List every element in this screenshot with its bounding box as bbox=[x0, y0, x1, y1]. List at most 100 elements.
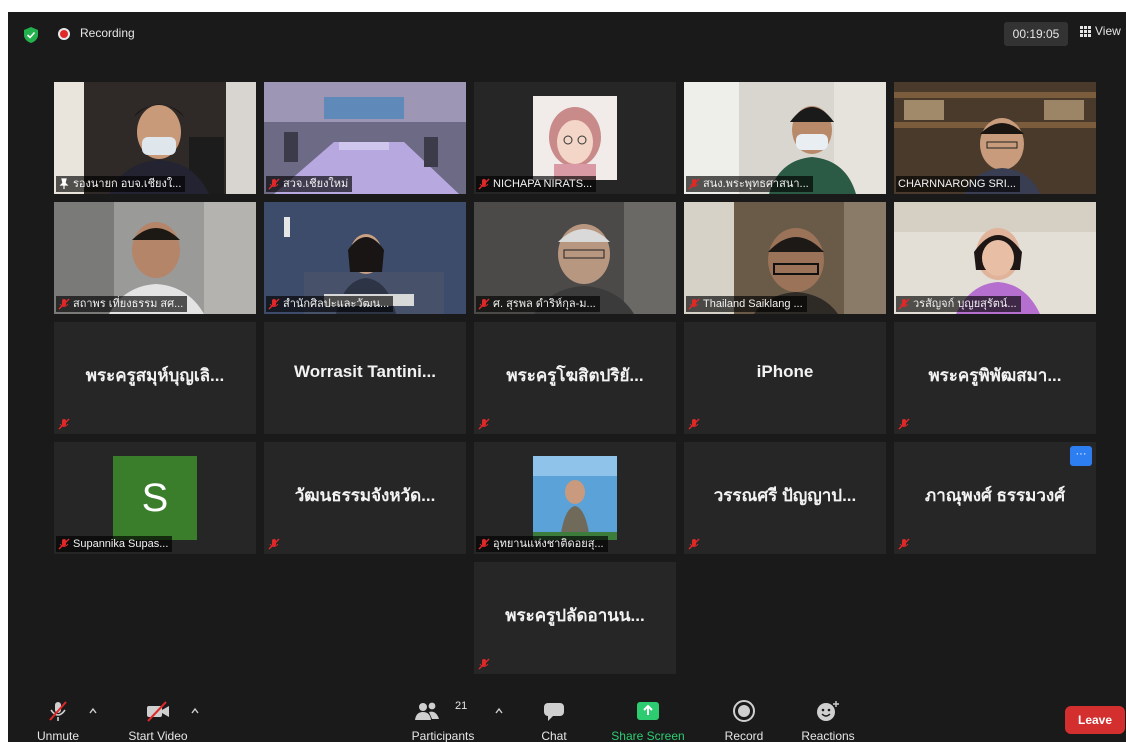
participant-tile[interactable]: สถาพร เที่ยงธรรม สศ... bbox=[54, 202, 256, 314]
participant-tile[interactable]: Thailand Saiklang ... bbox=[684, 202, 886, 314]
participants-label: Participants bbox=[411, 729, 475, 742]
chat-label: Chat bbox=[541, 729, 567, 742]
participant-tile[interactable]: สวจ.เชียงใหม่ bbox=[264, 82, 466, 194]
mic-muted-icon bbox=[58, 298, 70, 310]
mic-muted-icon bbox=[478, 418, 490, 430]
participant-name: Thailand Saiklang ... bbox=[703, 298, 803, 310]
mic-muted-icon bbox=[688, 178, 700, 190]
participant-display-name: พระครูโฆสิตปริยั... bbox=[506, 366, 644, 385]
participant-name-tag: รองนายก อบจ.เชียงใ... bbox=[56, 176, 186, 192]
mic-muted-icon bbox=[898, 418, 910, 430]
record-button[interactable]: Record bbox=[714, 692, 774, 742]
participant-display-name: พระครูสมุห์บุญเลิ... bbox=[85, 366, 225, 385]
participant-name-tag: สนง.พระพุทธศาสนา... bbox=[686, 176, 813, 192]
reactions-button[interactable]: Reactions bbox=[793, 692, 863, 742]
participant-display-name: Worrasit Tantini... bbox=[294, 362, 436, 381]
participant-name-tag: ศ. สุรพล ดำริห์กุล-ม... bbox=[476, 296, 600, 312]
participant-tile[interactable]: พระครูสมุห์บุญเลิ... bbox=[54, 322, 256, 434]
participant-display-name: ภาณุพงศ์ ธรรมวงศ์ bbox=[924, 486, 1066, 505]
unmute-label: Unmute bbox=[36, 729, 80, 742]
participant-tile[interactable]: NICHAPA NIRATS... bbox=[474, 82, 676, 194]
video-options-caret-icon[interactable] bbox=[190, 706, 200, 716]
mic-muted-icon bbox=[478, 658, 490, 670]
microphone-muted-icon bbox=[49, 701, 67, 721]
share-screen-button[interactable]: Share Screen bbox=[608, 692, 688, 742]
participant-name: สนง.พระพุทธศาสนา... bbox=[703, 178, 809, 190]
participant-tile[interactable]: Worrasit Tantini... bbox=[264, 322, 466, 434]
participant-name-tag: สำนักศิลปะและวัฒน... bbox=[266, 296, 394, 312]
mic-muted-icon bbox=[688, 298, 700, 310]
participant-name-tag: สถาพร เที่ยงธรรม สศ... bbox=[56, 296, 188, 312]
mic-muted-icon bbox=[58, 538, 70, 550]
meeting-timer: 00:19:05 bbox=[1004, 22, 1068, 46]
participant-name: สวจ.เชียงใหม่ bbox=[283, 178, 349, 190]
participant-name-tag: NICHAPA NIRATS... bbox=[476, 176, 597, 192]
participant-name: NICHAPA NIRATS... bbox=[493, 178, 593, 190]
participant-tile[interactable]: วรสัญจก์ บุญยสุรัตน์... bbox=[894, 202, 1096, 314]
participant-display-name: วัฒนธรรมจังหวัด... bbox=[294, 486, 436, 505]
audio-options-caret-icon[interactable] bbox=[88, 706, 98, 716]
participant-name-tag: CHARNNARONG SRI... bbox=[896, 176, 1020, 192]
participant-tile[interactable]: CHARNNARONG SRI... bbox=[894, 82, 1096, 194]
participant-tile[interactable]: รองนายก อบจ.เชียงใ... bbox=[54, 82, 256, 194]
start-video-label: Start Video bbox=[128, 729, 188, 742]
participant-name-tag: Thailand Saiklang ... bbox=[686, 296, 807, 312]
participant-display-name: วรรณศรี ปัญญาป... bbox=[713, 486, 857, 505]
mic-muted-icon bbox=[268, 298, 280, 310]
participant-tile[interactable]: อุทยานแห่งชาติดอยสุ... bbox=[474, 442, 676, 554]
view-button[interactable]: View bbox=[1080, 24, 1121, 38]
share-screen-label: Share Screen bbox=[611, 729, 685, 742]
participant-name: สำนักศิลปะและวัฒน... bbox=[283, 298, 390, 310]
participant-tile[interactable]: S Supannika Supas... bbox=[54, 442, 256, 554]
mic-muted-icon bbox=[898, 298, 910, 310]
participant-name-tag: วรสัญจก์ บุญยสุรัตน์... bbox=[896, 296, 1021, 312]
unmute-button[interactable]: Unmute bbox=[18, 692, 98, 742]
recording-icon bbox=[58, 28, 70, 40]
share-screen-icon bbox=[637, 702, 659, 720]
participant-tile[interactable]: ··· ภาณุพงศ์ ธรรมวงศ์ bbox=[894, 442, 1096, 554]
participant-name-tag: อุทยานแห่งชาติดอยสุ... bbox=[476, 536, 608, 552]
participants-icon bbox=[415, 702, 439, 720]
view-label: View bbox=[1095, 24, 1121, 38]
mic-muted-icon bbox=[478, 538, 490, 550]
mic-muted-icon bbox=[268, 538, 280, 550]
participant-name: ศ. สุรพล ดำริห์กุล-ม... bbox=[493, 298, 596, 310]
participant-tile[interactable]: สนง.พระพุทธศาสนา... bbox=[684, 82, 886, 194]
reactions-label: Reactions bbox=[801, 729, 855, 742]
chat-button[interactable]: Chat bbox=[524, 692, 584, 742]
participant-tile[interactable]: พระครูพิพัฒสมา... bbox=[894, 322, 1096, 434]
mic-muted-icon bbox=[268, 178, 280, 190]
mic-muted-icon bbox=[58, 418, 70, 430]
participant-name: CHARNNARONG SRI... bbox=[898, 178, 1016, 190]
participant-tile[interactable]: ศ. สุรพล ดำริห์กุล-ม... bbox=[474, 202, 676, 314]
grid-view-icon bbox=[1080, 25, 1091, 37]
participant-tile[interactable]: สำนักศิลปะและวัฒน... bbox=[264, 202, 466, 314]
participant-name: Supannika Supas... bbox=[73, 538, 169, 550]
participant-display-name: พระครูปลัดอานน... bbox=[505, 606, 645, 625]
participant-name: รองนายก อบจ.เชียงใ... bbox=[73, 178, 182, 190]
mic-muted-icon bbox=[478, 298, 490, 310]
more-options-button[interactable]: ··· bbox=[1070, 446, 1092, 466]
participant-tile[interactable]: วัฒนธรรมจังหวัด... bbox=[264, 442, 466, 554]
top-bar: Recording 00:19:05 View bbox=[8, 12, 1126, 56]
leave-button[interactable]: Leave bbox=[1065, 706, 1125, 734]
record-icon bbox=[733, 700, 755, 722]
pin-icon bbox=[59, 178, 69, 189]
participants-options-caret-icon[interactable] bbox=[494, 706, 504, 716]
participant-tile[interactable]: พระครูปลัดอานน... bbox=[474, 562, 676, 674]
security-shield-icon[interactable] bbox=[24, 27, 38, 43]
participants-button[interactable]: 21 Participants bbox=[403, 692, 483, 742]
participant-tile[interactable]: วรรณศรี ปัญญาป... bbox=[684, 442, 886, 554]
chat-bubble-icon bbox=[544, 703, 564, 721]
meeting-window: Recording 00:19:05 View รองนายก อบจ.เชีย… bbox=[8, 12, 1126, 742]
participant-name: สถาพร เที่ยงธรรม สศ... bbox=[73, 298, 184, 310]
record-label: Record bbox=[724, 729, 764, 742]
participant-display-name: iPhone bbox=[756, 362, 814, 381]
participant-name: อุทยานแห่งชาติดอยสุ... bbox=[493, 538, 604, 550]
participant-display-name: พระครูพิพัฒสมา... bbox=[928, 366, 1062, 385]
participant-tile[interactable]: iPhone bbox=[684, 322, 886, 434]
participant-tile[interactable]: พระครูโฆสิตปริยั... bbox=[474, 322, 676, 434]
mic-muted-icon bbox=[898, 538, 910, 550]
mic-muted-icon bbox=[688, 418, 700, 430]
start-video-button[interactable]: Start Video bbox=[118, 692, 198, 742]
